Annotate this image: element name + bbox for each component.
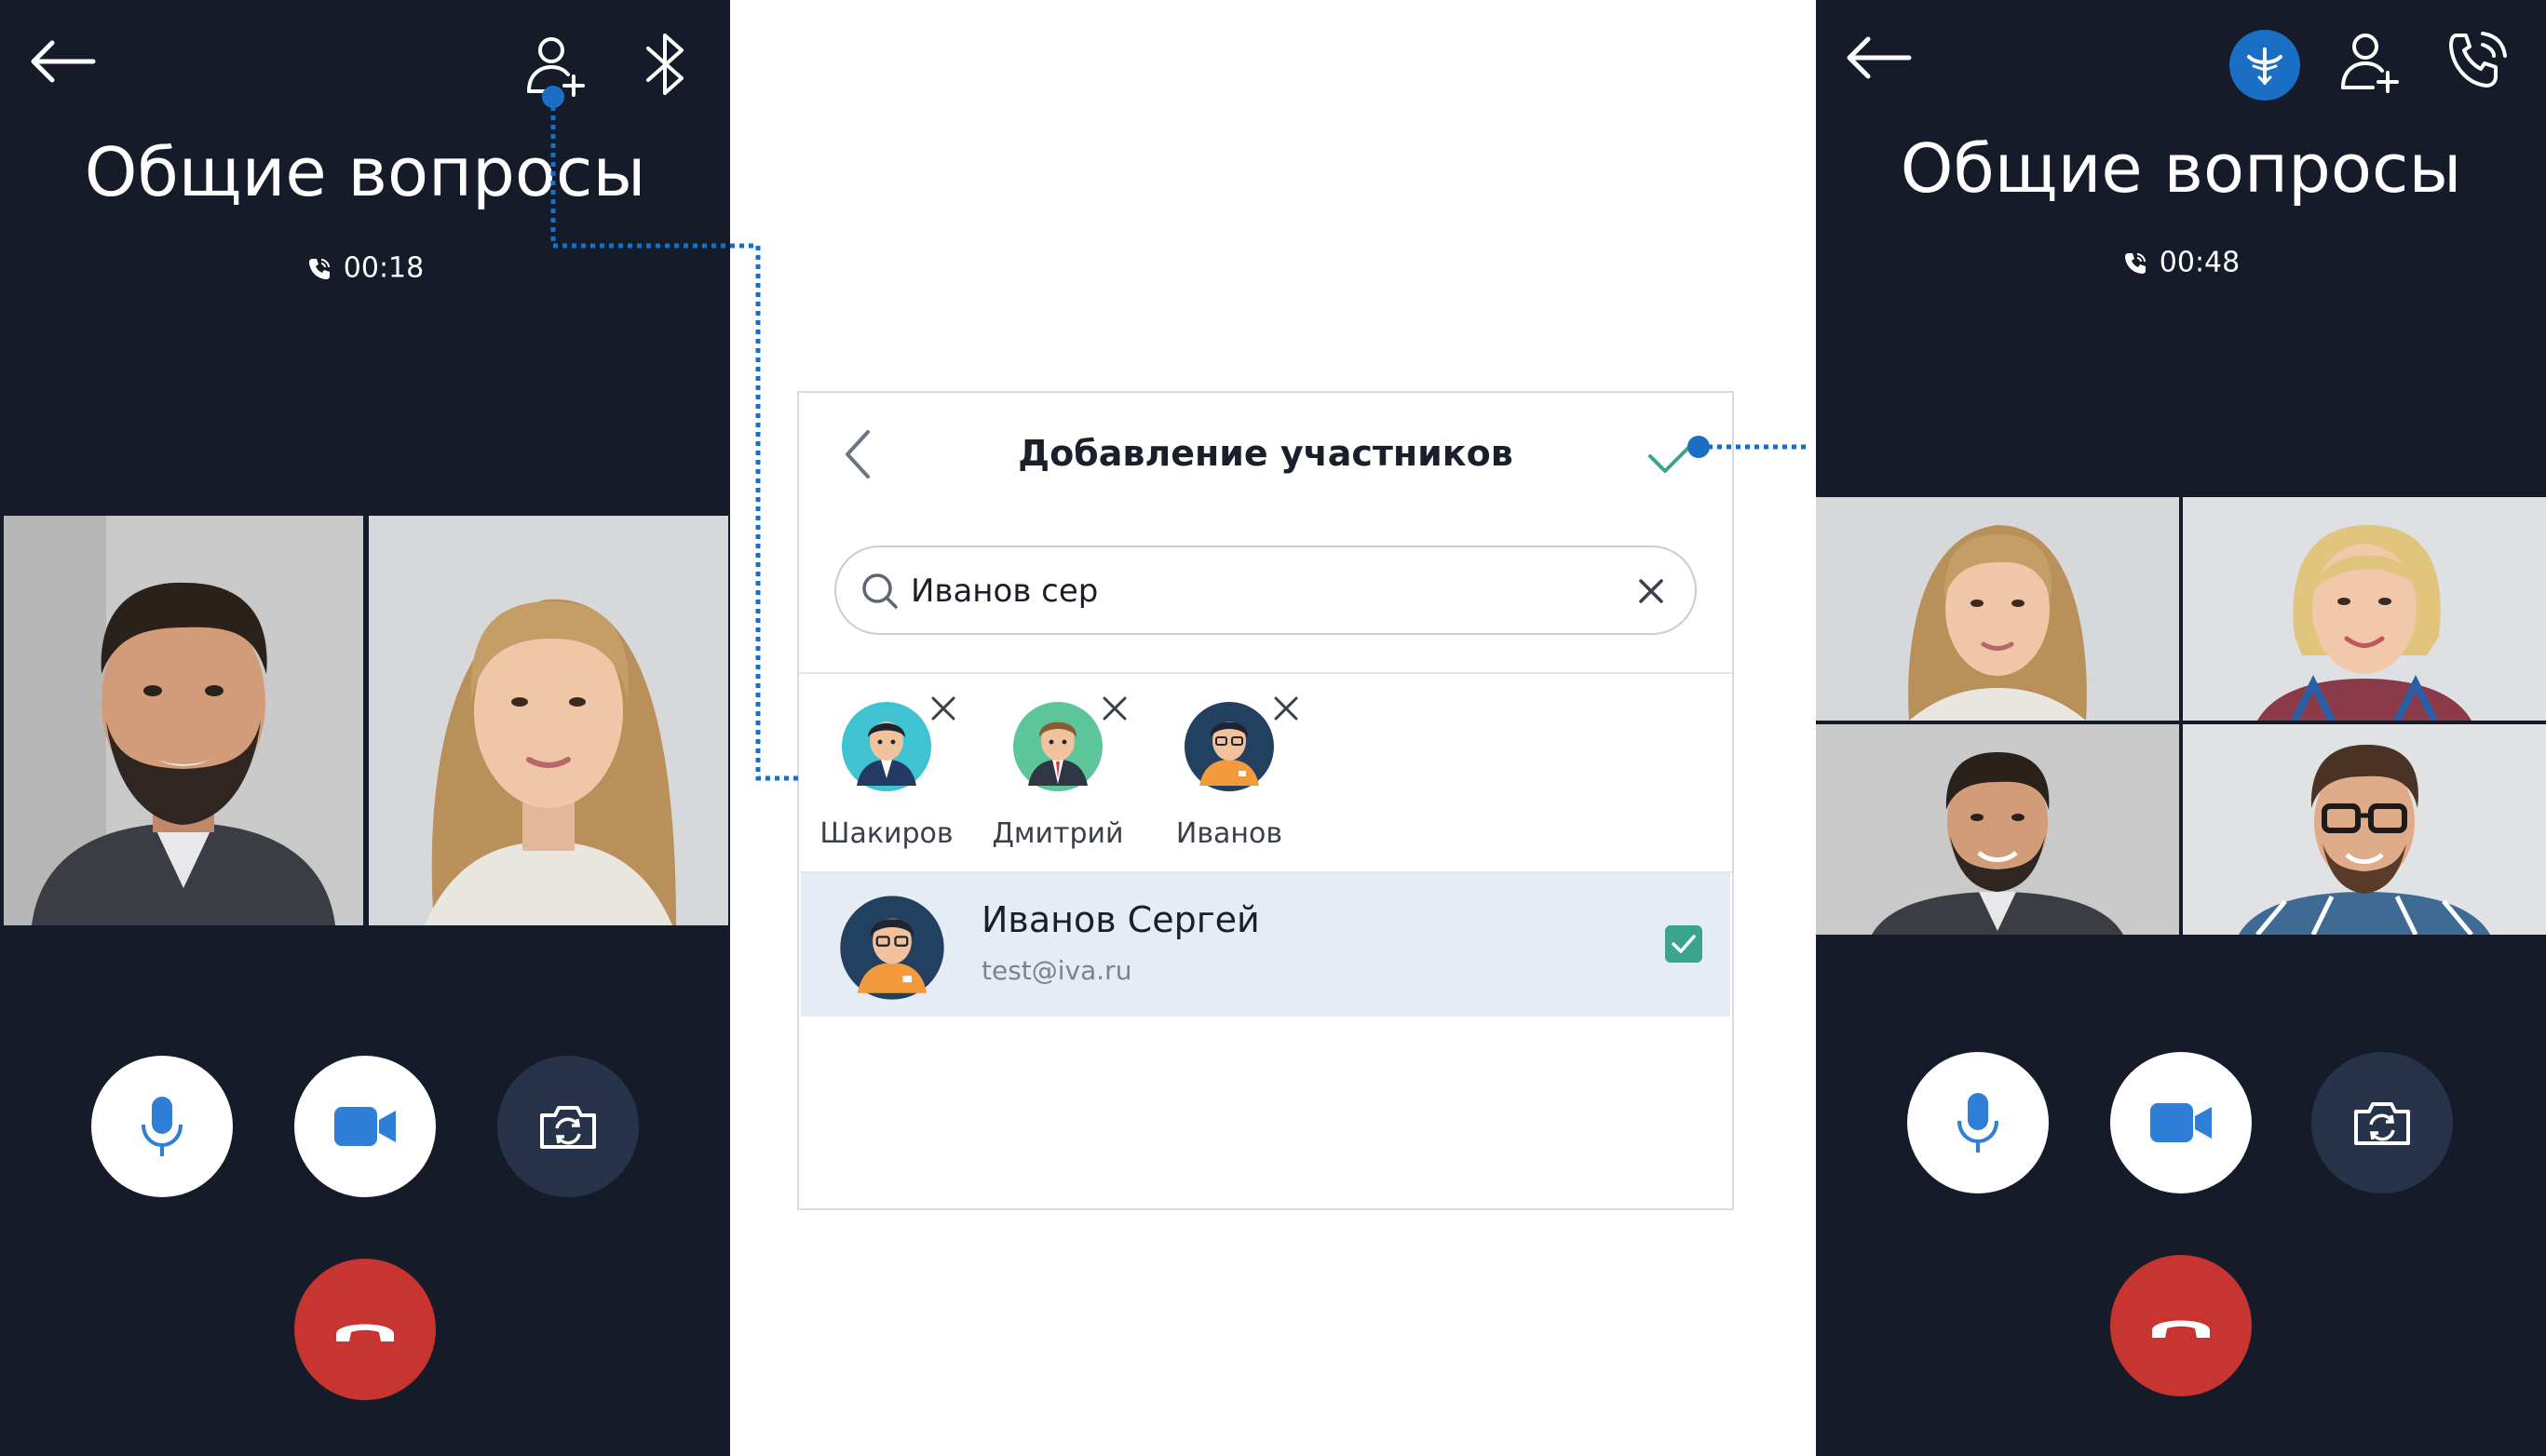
video-button[interactable] [294, 1056, 436, 1197]
selected-participant: Иванов [1145, 696, 1313, 868]
avatar [842, 702, 931, 791]
hangup-button[interactable] [2110, 1255, 2252, 1396]
result-name: Иванов Сергей [982, 899, 1260, 940]
phone-in-call-icon [308, 258, 330, 279]
antenna-icon [2247, 47, 2282, 86]
call-title: Общие вопросы [1900, 129, 2462, 208]
check-icon [1672, 935, 1696, 953]
video-button[interactable] [2110, 1052, 2252, 1193]
avatar [1185, 702, 1274, 791]
call-settings-icon[interactable] [2445, 28, 2511, 93]
call-timer: 00:48 [1816, 244, 2546, 282]
selected-participant-name: Дмитрий [992, 817, 1124, 850]
video-camera-icon [2150, 1103, 2212, 1142]
add-user-icon[interactable] [2336, 28, 2403, 95]
call-title: Общие вопросы [84, 133, 646, 211]
microphone-button[interactable] [91, 1056, 233, 1197]
video-tile-participant[interactable] [4, 516, 363, 925]
video-tile-participant[interactable] [2183, 724, 2546, 935]
video-tile-participant[interactable] [369, 516, 728, 925]
microphone-button[interactable] [1907, 1052, 2049, 1193]
remove-icon[interactable] [1099, 693, 1131, 724]
hangup-icon [2152, 1320, 2210, 1338]
video-camera-icon [334, 1107, 396, 1146]
remove-icon[interactable] [1270, 693, 1302, 724]
video-tile-participant[interactable] [2183, 497, 2546, 721]
search-icon [862, 573, 898, 609]
microphone-icon [1957, 1093, 1998, 1153]
avatar [1013, 702, 1103, 791]
video-tile-participant[interactable] [1816, 724, 2179, 935]
microphone-icon [142, 1097, 183, 1156]
switch-camera-button[interactable] [497, 1056, 639, 1197]
selected-participant-name: Иванов [1175, 817, 1283, 850]
phone-in-call-icon [2124, 252, 2146, 274]
hangup-icon [336, 1324, 394, 1341]
call-timer: 00:18 [0, 249, 730, 288]
search-result-row[interactable]: Иванов Сергей test@iva.ru [801, 873, 1730, 1017]
selected-participant-name: Шакиров [819, 817, 954, 850]
result-email: test@iva.ru [982, 955, 1132, 986]
antenna-button[interactable] [2229, 30, 2300, 101]
clear-icon[interactable] [1637, 577, 1665, 605]
bluetooth-icon[interactable] [639, 32, 697, 97]
result-checkbox[interactable] [1665, 925, 1702, 963]
selected-participant: Шакиров [803, 696, 970, 868]
right-call-screen: Общие вопросы 00:48 [1816, 0, 2546, 1456]
search-input[interactable] [909, 564, 1620, 618]
call-timer-value: 00:48 [2159, 246, 2241, 279]
avatar [840, 896, 944, 1000]
switch-camera-button[interactable] [2311, 1052, 2453, 1193]
left-call-screen: Общие вопросы 00:18 [0, 0, 730, 1456]
call-timer-value: 00:18 [343, 251, 425, 285]
checkmark-icon[interactable] [1646, 434, 1702, 475]
divider [799, 672, 1732, 674]
search-field [834, 546, 1697, 635]
back-arrow-icon[interactable] [1844, 34, 1913, 82]
remove-icon[interactable] [928, 693, 959, 724]
add-participants-dialog: Добавление участников Шакиров [797, 391, 1734, 1210]
hangup-button[interactable] [294, 1259, 436, 1400]
selected-participant: Дмитрий [974, 696, 1142, 868]
dialog-title: Добавление участников [1018, 433, 1513, 474]
video-tile-participant[interactable] [1816, 497, 2179, 721]
switch-camera-icon [540, 1106, 596, 1149]
add-user-icon[interactable] [521, 32, 589, 99]
back-arrow-icon[interactable] [28, 37, 97, 86]
switch-camera-icon [2354, 1102, 2410, 1145]
